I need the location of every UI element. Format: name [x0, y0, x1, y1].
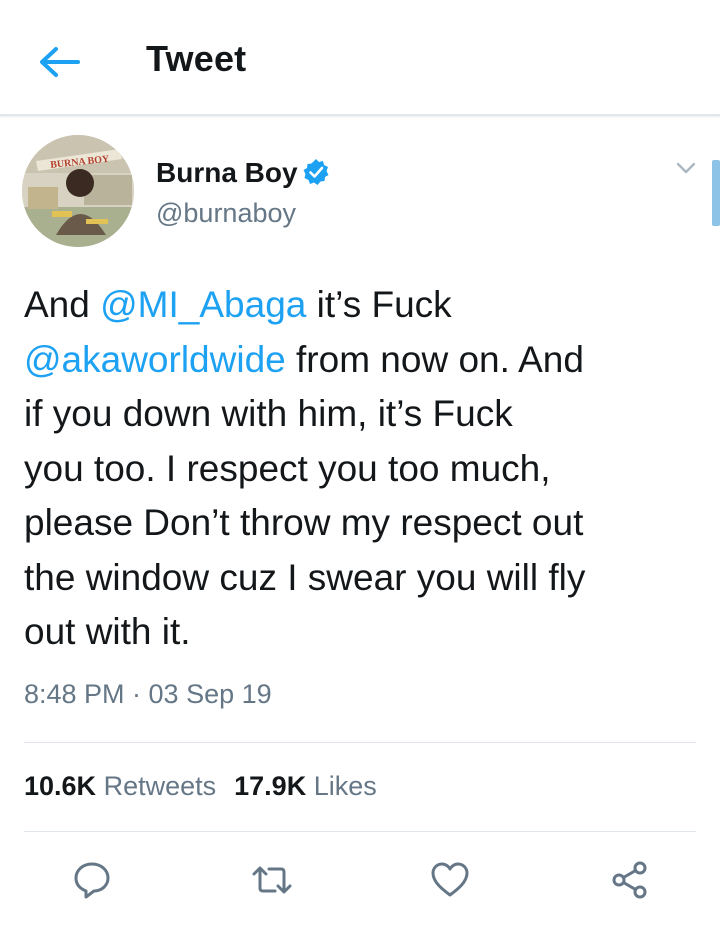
- author-handle[interactable]: @burnaboy: [156, 198, 296, 229]
- reply-icon: [74, 862, 110, 899]
- tweet-text-line: the window cuz I swear you will fly: [24, 551, 714, 606]
- back-arrow-icon: [40, 47, 80, 77]
- retweets-stat[interactable]: 10.6K Retweets: [24, 771, 216, 801]
- author-name[interactable]: Burna Boy: [156, 157, 298, 189]
- page-title: Tweet: [146, 38, 247, 79]
- mention-link[interactable]: @akaworldwide: [24, 339, 286, 380]
- reply-button[interactable]: [70, 858, 114, 902]
- back-button[interactable]: [34, 42, 84, 82]
- likes-label: Likes: [313, 771, 377, 801]
- share-icon: [612, 861, 647, 899]
- retweet-icon: [252, 866, 292, 894]
- avatar[interactable]: BURNA BOY: [22, 135, 134, 247]
- tweet-text-segment: you too. I respect you too much,: [24, 447, 551, 489]
- divider: [24, 831, 696, 832]
- tweet-text-line: you too. I respect you too much,: [24, 442, 714, 497]
- likes-stat[interactable]: 17.9K Likes: [234, 771, 377, 801]
- tweet-text-line: if you down with him, it’s Fuck: [24, 387, 714, 442]
- tweet-text-segment: And: [24, 284, 101, 325]
- tweet-text: And @MI_Abaga it’s Fuck @akaworldwide fro…: [24, 278, 714, 660]
- tweet-text-segment: from now on. And: [285, 338, 584, 380]
- tweet-text-line: out with it.: [24, 605, 714, 660]
- divider: [24, 742, 696, 743]
- engagement-stats: 10.6K Retweets 17.9K Likes: [24, 771, 377, 802]
- retweet-button[interactable]: [250, 858, 294, 902]
- avatar-image: BURNA BOY: [22, 135, 134, 247]
- likes-count: 17.9K: [234, 771, 307, 801]
- like-button[interactable]: [428, 858, 472, 902]
- tweet-text-line: please Don’t throw my respect out: [24, 496, 714, 551]
- tweet-text-segment: it’s Fuck: [306, 284, 452, 325]
- retweets-count: 10.6K: [24, 771, 97, 801]
- retweets-label: Retweets: [103, 771, 217, 801]
- share-button[interactable]: [608, 858, 652, 902]
- mention-link[interactable]: @MI_Abaga: [100, 284, 306, 325]
- tweet-text-segment: if you down with him, it’s Fuck: [24, 393, 513, 434]
- tweet-timestamp[interactable]: 8:48 PM · 03 Sep 19: [24, 679, 272, 710]
- tweet-text-segment: please Don’t throw my respect out: [24, 502, 584, 543]
- tweet-text-line: @akaworldwide from now on. And: [24, 333, 714, 388]
- tweet-text-line: And @MI_Abaga it’s Fuck: [24, 278, 714, 333]
- verified-badge-icon: [302, 158, 330, 186]
- chevron-down-icon: [676, 162, 696, 174]
- tweet-menu-button[interactable]: [672, 158, 700, 178]
- tweet-text-segment: out with it.: [24, 611, 191, 652]
- tweet-text-segment: the window cuz I swear you will fly: [24, 556, 586, 598]
- top-bar: Tweet: [0, 0, 720, 116]
- scrollbar[interactable]: [712, 160, 720, 226]
- like-icon: [431, 862, 469, 897]
